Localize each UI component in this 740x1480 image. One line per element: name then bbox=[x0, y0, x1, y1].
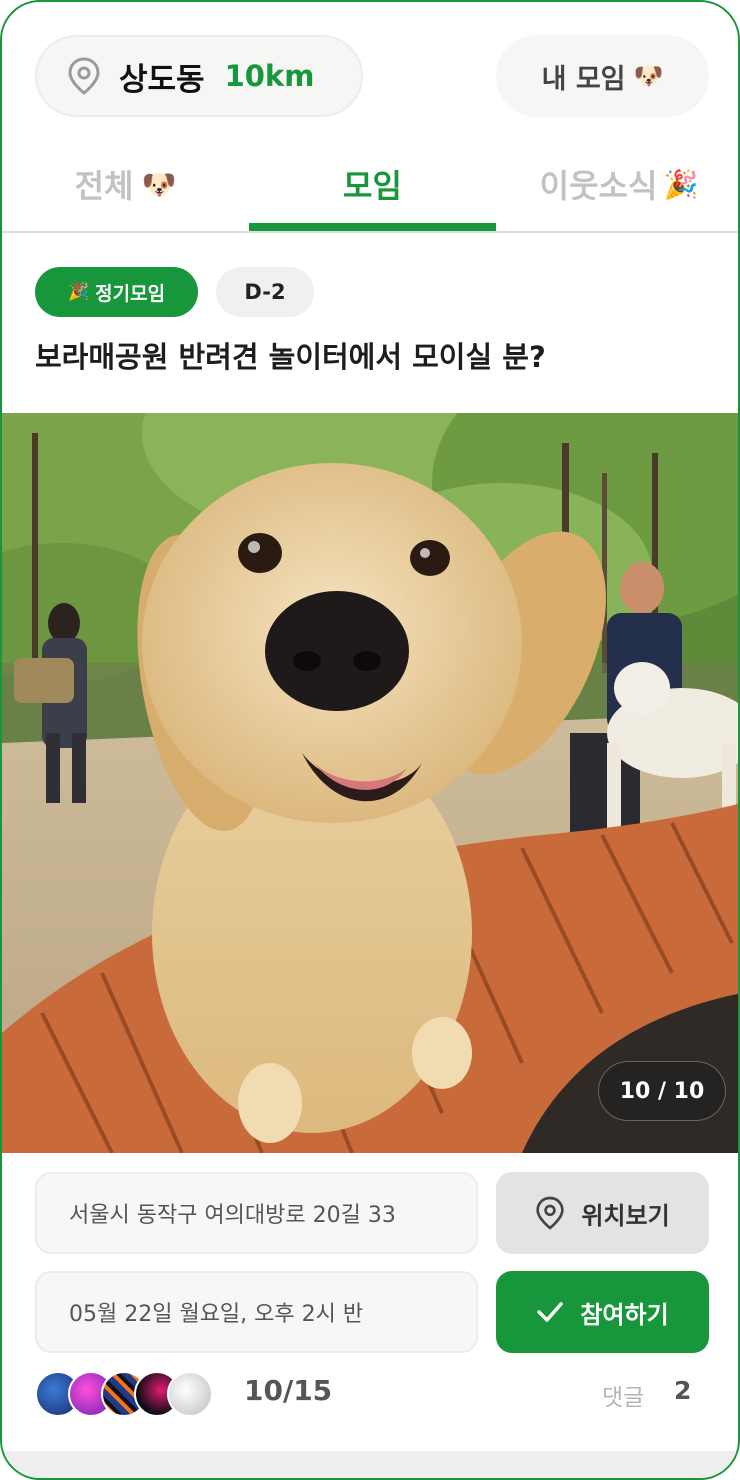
comments-label[interactable]: 댓글 bbox=[602, 1378, 644, 1412]
tab-bar: 전체 🐶 모임 이웃소식 🎉 bbox=[2, 137, 738, 233]
tab-news-label: 이웃소식 bbox=[539, 167, 658, 205]
app-frame: 상도동 10km 내 모임 🐶 전체 🐶 모임 이웃소식 🎉 🎉 정기모임 D-… bbox=[0, 0, 740, 1480]
tab-neighborhood-news[interactable]: 이웃소식 🎉 bbox=[496, 137, 738, 231]
location-name: 상도동 bbox=[119, 61, 205, 98]
dog-photo-image bbox=[2, 413, 738, 1153]
tab-meetings[interactable]: 모임 bbox=[249, 137, 496, 231]
tab-all-label: 전체 bbox=[74, 167, 134, 205]
dday-badge: D-2 bbox=[216, 267, 314, 317]
regular-meeting-badge: 🎉 정기모임 bbox=[35, 267, 198, 317]
participant-count: 10/15 bbox=[244, 1374, 333, 1407]
party-popper-icon: 🎉 bbox=[67, 282, 90, 302]
participant-avatars[interactable] bbox=[35, 1371, 225, 1417]
view-location-label: 위치보기 bbox=[581, 1201, 670, 1230]
checkmark-icon bbox=[536, 1301, 564, 1323]
datetime-field: 05월 22일 월요일, 오후 2시 반 bbox=[35, 1271, 478, 1353]
tab-meetings-label: 모임 bbox=[343, 167, 402, 205]
my-meetings-button[interactable]: 내 모임 🐶 bbox=[496, 35, 709, 117]
view-location-button[interactable]: 위치보기 bbox=[496, 1172, 709, 1254]
active-tab-indicator bbox=[249, 223, 496, 231]
photo-counter: 10 / 10 bbox=[598, 1061, 726, 1121]
post-photo[interactable]: 10 / 10 bbox=[2, 413, 738, 1153]
comments-count[interactable]: 2 bbox=[674, 1376, 691, 1405]
location-pin-icon bbox=[68, 57, 100, 95]
post-title[interactable]: 보라매공원 반려견 놀이터에서 모이실 분? bbox=[35, 334, 725, 384]
address-field: 서울시 동작구 여의대방로 20길 33 bbox=[35, 1172, 478, 1254]
dog-emoji-icon: 🐶 bbox=[633, 62, 664, 90]
party-popper-icon: 🎉 bbox=[663, 167, 699, 201]
my-meetings-label: 내 모임 bbox=[541, 63, 626, 95]
join-button-label: 참여하기 bbox=[580, 1300, 669, 1329]
join-button[interactable]: 참여하기 bbox=[496, 1271, 709, 1353]
next-card-edge bbox=[2, 1451, 738, 1478]
badge-label: 정기모임 bbox=[95, 282, 166, 305]
location-pin-icon bbox=[535, 1196, 565, 1230]
location-distance: 10km bbox=[224, 59, 315, 93]
tab-all[interactable]: 전체 🐶 bbox=[2, 137, 249, 231]
dog-emoji-icon: 🐶 bbox=[141, 167, 177, 201]
location-selector[interactable]: 상도동 10km bbox=[35, 35, 363, 117]
avatar bbox=[167, 1371, 213, 1417]
